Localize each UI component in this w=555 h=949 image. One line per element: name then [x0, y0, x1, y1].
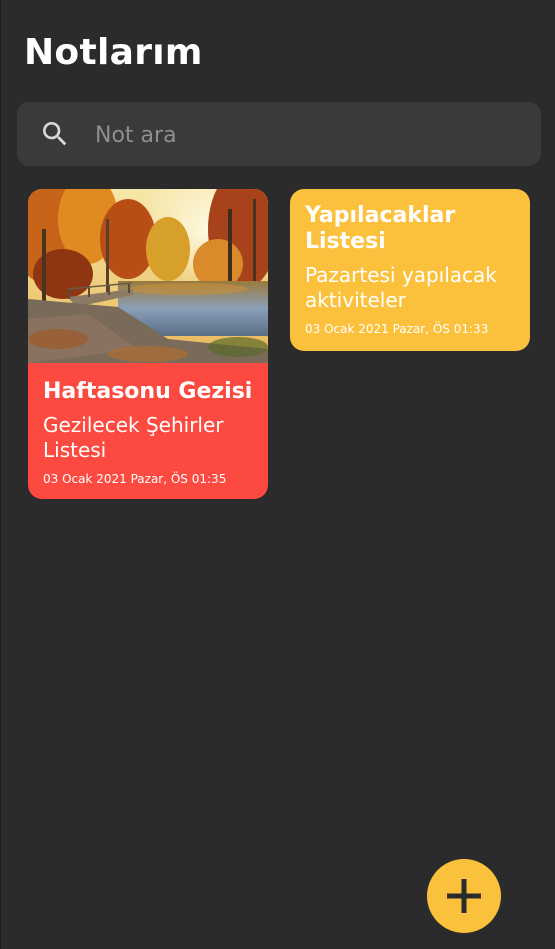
- add-icon: [447, 879, 481, 913]
- search-input[interactable]: [93, 114, 517, 156]
- note-date: 03 Ocak 2021 Pazar, ÖS 01:33: [305, 322, 489, 336]
- note-body: Yapılacaklar Listesi Pazartesi yapılacak…: [290, 189, 530, 336]
- note-date: 03 Ocak 2021 Pazar, ÖS 01:35: [43, 472, 227, 486]
- search-bar[interactable]: [17, 102, 541, 166]
- note-card-haftasonu-gezisi[interactable]: Haftasonu Gezisi Gezilecek Şehirler List…: [28, 189, 268, 499]
- note-image: [28, 189, 268, 363]
- note-title: Yapılacaklar Listesi: [305, 203, 456, 254]
- page-title: Notlarım: [24, 32, 203, 73]
- note-subtitle: Gezilecek Şehirler Listesi: [43, 413, 224, 462]
- note-body: Haftasonu Gezisi Gezilecek Şehirler List…: [28, 363, 268, 486]
- note-card-yapilacaklar-listesi[interactable]: Yapılacaklar Listesi Pazartesi yapılacak…: [290, 189, 530, 351]
- search-icon: [43, 122, 67, 146]
- note-title: Haftasonu Gezisi: [43, 379, 253, 404]
- note-subtitle: Pazartesi yapılacak aktiviteler: [305, 263, 497, 312]
- add-note-button[interactable]: [427, 859, 501, 933]
